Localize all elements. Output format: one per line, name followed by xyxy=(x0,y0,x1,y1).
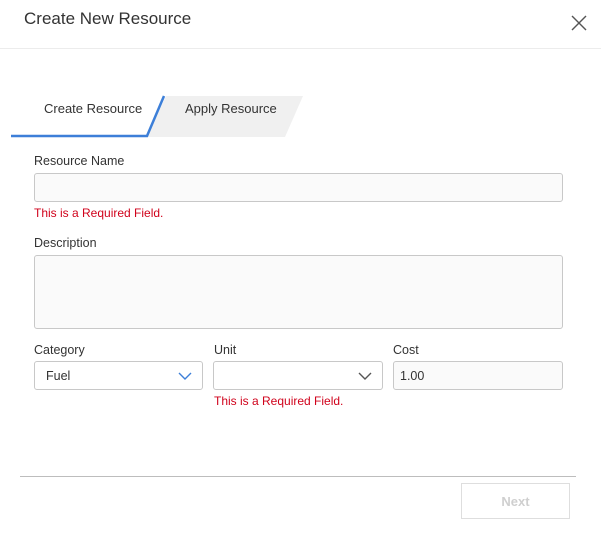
description-label: Description xyxy=(34,236,97,250)
unit-label: Unit xyxy=(214,343,237,357)
tab-apply-resource[interactable]: Apply Resource xyxy=(185,101,277,116)
resource-name-input[interactable] xyxy=(34,173,563,202)
resource-name-error: This is a Required Field. xyxy=(34,206,164,220)
footer-divider xyxy=(20,476,576,477)
cost-input[interactable] xyxy=(393,361,563,390)
dialog-title: Create New Resource xyxy=(24,9,192,28)
category-select[interactable]: Fuel xyxy=(34,361,203,390)
resource-name-label: Resource Name xyxy=(34,154,125,168)
step-tabs: Create Resource Apply Resource xyxy=(10,95,310,139)
category-label: Category xyxy=(34,343,85,357)
unit-select[interactable] xyxy=(213,361,383,390)
chevron-down-icon xyxy=(178,372,192,380)
close-button[interactable] xyxy=(569,13,589,33)
category-value: Fuel xyxy=(46,369,71,383)
chevron-down-icon xyxy=(358,372,372,380)
cost-label: Cost xyxy=(393,343,419,357)
tab-create-resource[interactable]: Create Resource xyxy=(44,101,142,116)
next-button[interactable]: Next xyxy=(461,483,570,519)
close-icon xyxy=(571,15,587,31)
dialog-header: Create New Resource xyxy=(0,0,601,49)
description-textarea[interactable] xyxy=(34,255,563,329)
unit-error: This is a Required Field. xyxy=(214,394,344,408)
